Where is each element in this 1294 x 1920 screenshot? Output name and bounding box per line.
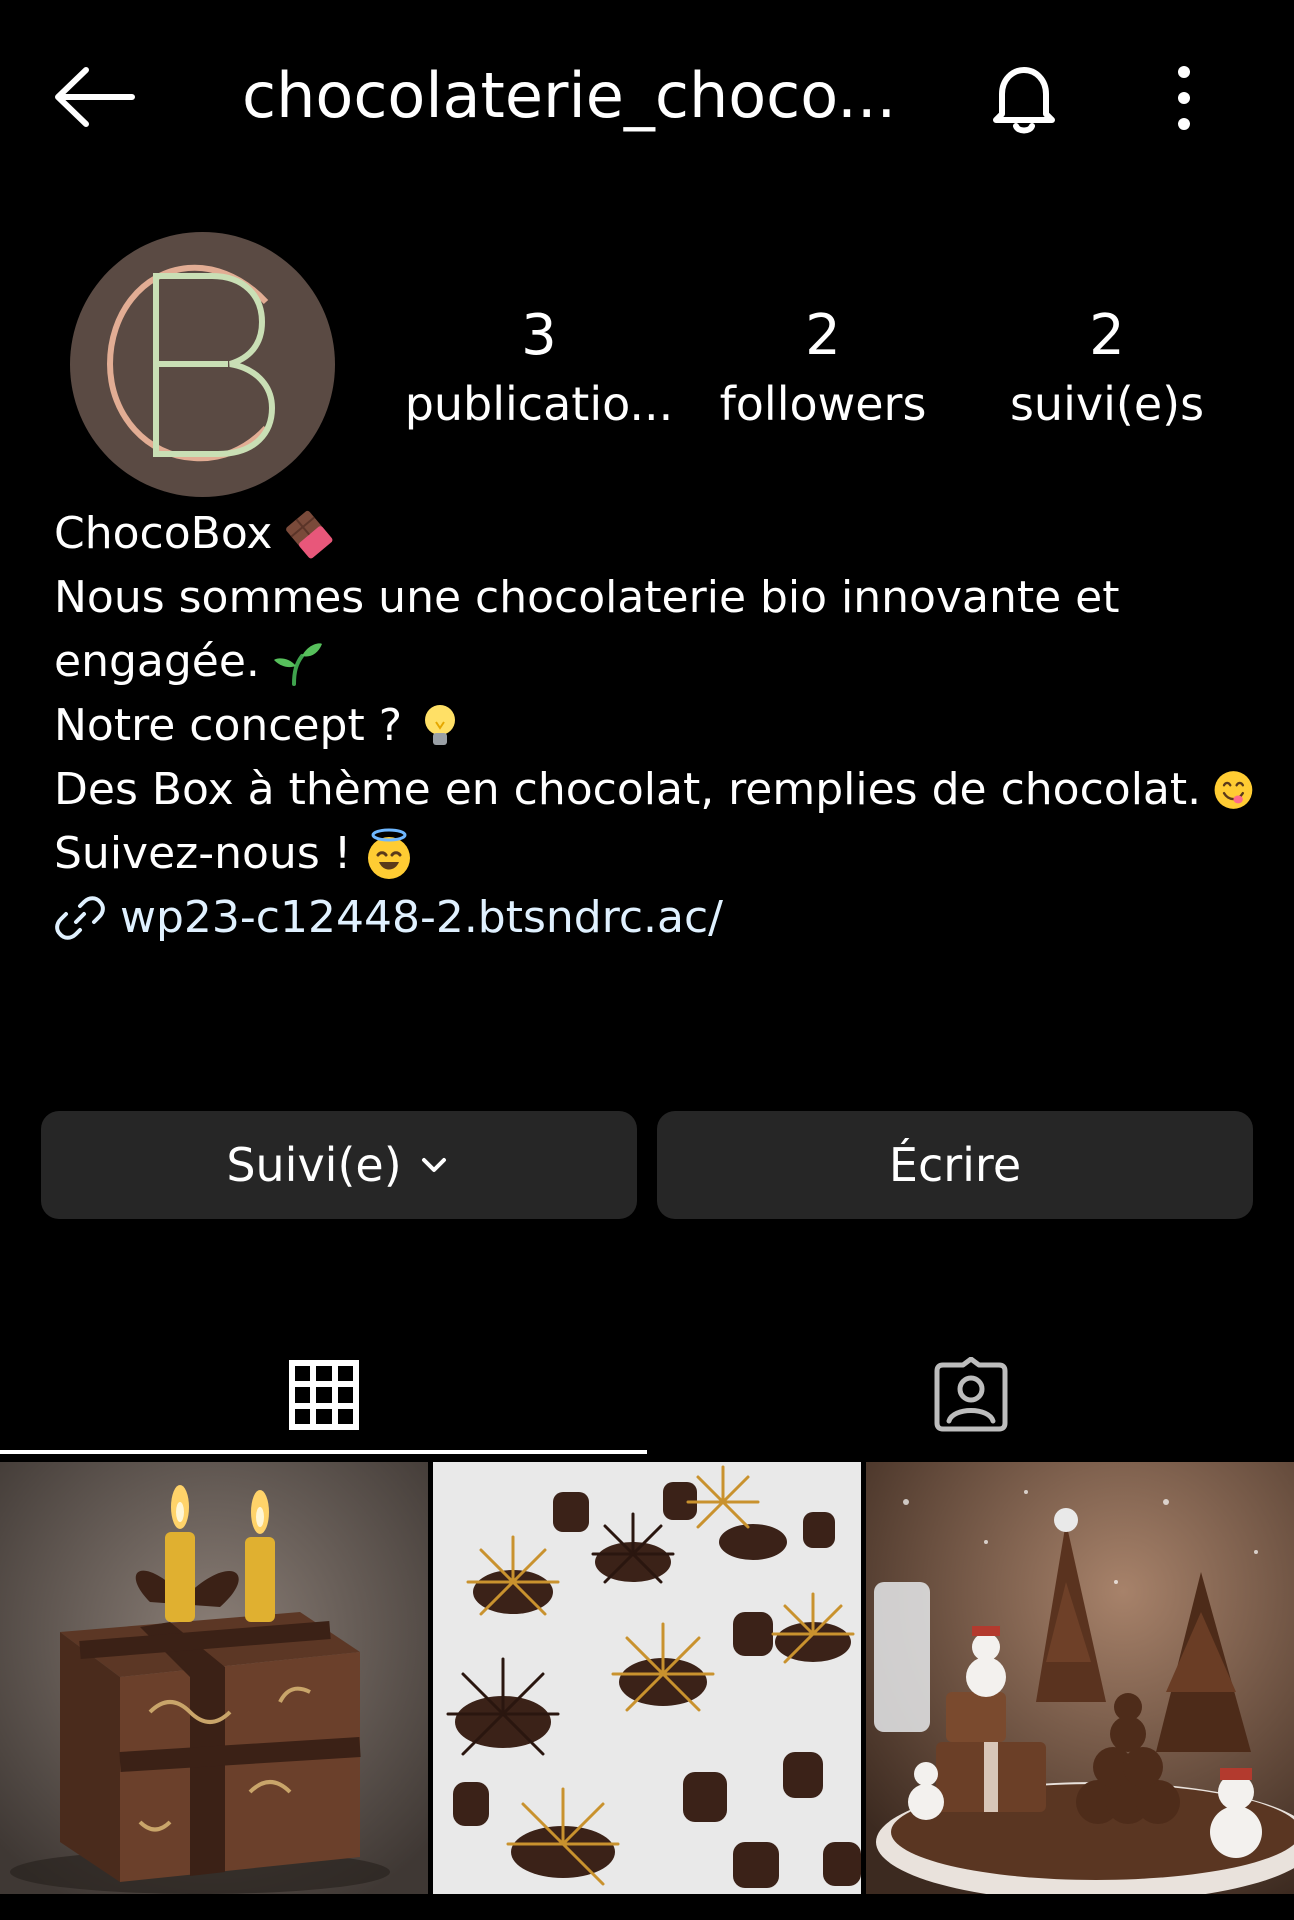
message-button-label: Écrire xyxy=(888,1138,1022,1192)
bio-text-2: engagée. xyxy=(54,636,260,687)
stat-following[interactable]: 2 suivi(e)s xyxy=(972,298,1242,434)
seedling-icon xyxy=(273,643,322,686)
bio-line-3: Notre concept ? xyxy=(54,694,1254,758)
top-bar: chocolaterie_choco... xyxy=(0,0,1294,190)
bio-link[interactable]: wp23-c12448-2.btsndrc.ac/ xyxy=(120,886,723,950)
chocolate-fireworks-image xyxy=(433,1462,861,1894)
post-thumbnail-3[interactable] xyxy=(866,1462,1294,1894)
stat-followers-count: 2 xyxy=(805,303,841,368)
post-thumbnail-2[interactable] xyxy=(433,1462,861,1894)
bell-icon[interactable] xyxy=(984,58,1064,138)
bio-text-4: Des Box à thème en chocolat, remplies de… xyxy=(54,764,1202,815)
post-thumbnail-1[interactable] xyxy=(0,1462,428,1894)
following-button[interactable]: Suivi(e) xyxy=(41,1111,637,1219)
bio-line-5: Suivez-nous ! xyxy=(54,822,1254,886)
tab-tagged[interactable] xyxy=(647,1330,1294,1460)
bio-line-name: ChocoBox xyxy=(54,502,1254,566)
bio-link-row[interactable]: wp23-c12448-2.btsndrc.ac/ xyxy=(54,886,1254,950)
link-icon xyxy=(55,896,105,940)
profile-username-title: chocolaterie_choco... xyxy=(242,59,897,132)
arrow-left-icon[interactable] xyxy=(52,62,136,132)
bio-line-1: Nous sommes une chocolaterie bio innovan… xyxy=(54,566,1254,630)
chocolate-gift-cake-image xyxy=(0,1462,428,1894)
tab-posts-grid[interactable] xyxy=(0,1330,647,1460)
tagged-person-icon xyxy=(934,1357,1007,1432)
more-vertical-icon[interactable] xyxy=(1160,58,1208,138)
following-button-label: Suivi(e) xyxy=(226,1138,402,1192)
stat-followers[interactable]: 2 followers xyxy=(688,298,958,434)
profile-tabs xyxy=(0,1330,1294,1460)
christmas-chocolates-image xyxy=(866,1462,1294,1894)
chocolate-bar-icon xyxy=(286,510,333,559)
message-button[interactable]: Écrire xyxy=(657,1111,1253,1219)
profile-avatar[interactable] xyxy=(70,232,335,497)
bio-line-2: engagée. xyxy=(54,630,1254,694)
chevron-down-icon xyxy=(421,1158,446,1172)
posts-grid xyxy=(0,1462,1294,1894)
bio-line-4: Des Box à thème en chocolat, remplies de… xyxy=(54,758,1254,822)
stat-posts[interactable]: 3 publicatio... xyxy=(404,298,674,434)
stat-following-count: 2 xyxy=(1089,303,1125,368)
profile-bio: ChocoBox Nous sommes une chocolaterie bi… xyxy=(54,502,1254,950)
bio-text-1: Nous sommes une chocolaterie bio innovan… xyxy=(54,572,1120,623)
active-tab-indicator xyxy=(0,1450,647,1454)
bio-text-3: Notre concept ? xyxy=(54,700,403,751)
bio-text-5: Suivez-nous ! xyxy=(54,828,352,879)
profile-name: ChocoBox xyxy=(54,508,273,559)
yum-face-icon xyxy=(1214,771,1253,809)
smiling-halo-face-icon xyxy=(368,828,411,879)
avatar-logo-cb xyxy=(106,264,276,462)
stat-posts-count: 3 xyxy=(521,303,557,368)
light-bulb-icon xyxy=(425,705,456,745)
stat-posts-label: publicatio... xyxy=(404,377,674,431)
stat-followers-label: followers xyxy=(719,377,927,431)
stat-following-label: suivi(e)s xyxy=(1009,377,1205,431)
grid-icon xyxy=(288,1360,359,1430)
